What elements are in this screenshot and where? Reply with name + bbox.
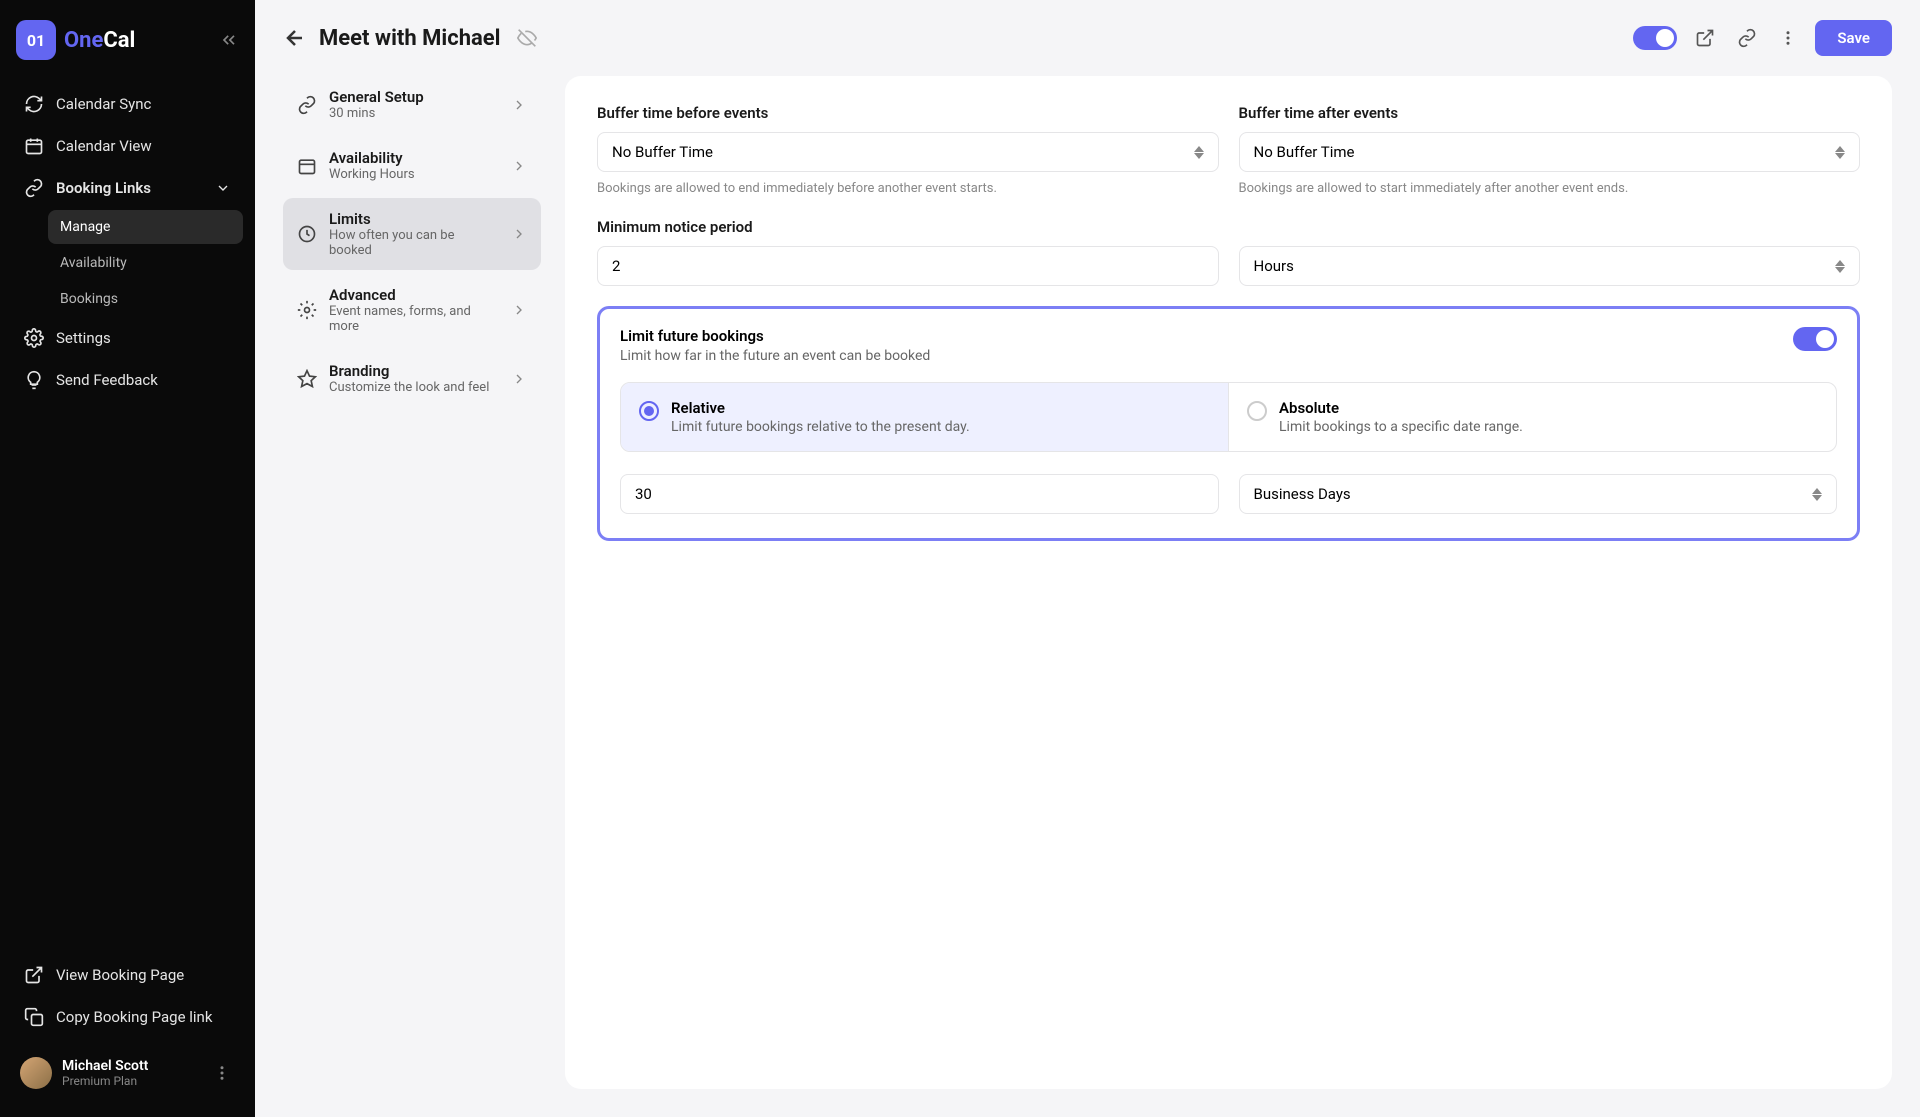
gear-icon [297,300,317,320]
radio-icon [639,401,659,421]
chevron-down-icon [215,180,231,196]
nav-calendar-view[interactable]: Calendar View [12,126,243,166]
more-menu-icon[interactable] [1775,25,1801,51]
content: General Setup30 mins AvailabilityWorking… [255,76,1920,1117]
header-actions: Save [1633,20,1892,56]
sidebar: 01 OneCal Calendar Sync Calendar View Bo… [0,0,255,1117]
limits-panel: Buffer time before events No Buffer Time… [565,76,1892,1089]
chevron-right-icon [511,226,527,242]
copy-link-icon[interactable] [1733,24,1761,52]
nav-sub-manage[interactable]: Manage [48,210,243,244]
nav-settings[interactable]: Settings [12,318,243,358]
external-link-icon [24,965,44,985]
limit-future-unit-select[interactable]: Business Days [1239,474,1838,514]
snav-limits[interactable]: LimitsHow often you can be booked [283,198,541,270]
nav-label: Booking Links [56,179,151,197]
nav-sub-bookings[interactable]: Bookings [48,282,243,316]
logo[interactable]: 01 OneCal [16,20,135,60]
nav-calendar-sync[interactable]: Calendar Sync [12,84,243,124]
limit-future-value-input[interactable]: 30 [620,474,1219,514]
gear-icon [24,328,44,348]
nav-label: Send Feedback [56,371,158,389]
limit-future-sub: Limit how far in the future an event can… [620,348,930,364]
nav-label: View Booking Page [56,966,184,984]
sync-icon [24,94,44,114]
clock-icon [297,224,317,244]
main: Meet with Michael Save General Setup30 m… [255,0,1920,1117]
copy-icon [24,1007,44,1027]
page-title: Meet with Michael [319,26,501,51]
chevron-right-icon [511,371,527,387]
buffer-after-select[interactable]: No Buffer Time [1239,132,1861,172]
calendar-icon [24,136,44,156]
back-button[interactable] [283,26,307,50]
logo-row: 01 OneCal [12,20,243,60]
stepper-icon [1812,488,1822,501]
nav-send-feedback[interactable]: Send Feedback [12,360,243,400]
snav-branding[interactable]: BrandingCustomize the look and feel [283,350,541,407]
calendar-icon [297,156,317,176]
nav-sub-availability[interactable]: Availability [48,246,243,280]
logo-icon: 01 [16,20,56,60]
nav-label: Calendar View [56,137,152,155]
radio-absolute[interactable]: Absolute Limit bookings to a specific da… [1228,383,1836,451]
nav-label: Calendar Sync [56,95,151,113]
buffer-before-helper: Bookings are allowed to end immediately … [597,180,1219,198]
header: Meet with Michael Save [255,0,1920,76]
stepper-icon [1835,260,1845,273]
star-icon [297,369,317,389]
logo-text: OneCal [64,28,135,53]
user-name: Michael Scott [62,1058,199,1074]
nav-booking-sub: Manage Availability Bookings [12,210,243,316]
min-notice-input[interactable]: 2 [597,246,1219,286]
link-icon [297,95,317,115]
snav-advanced[interactable]: AdvancedEvent names, forms, and more [283,274,541,346]
nav-label: Copy Booking Page link [56,1008,212,1026]
nav-booking-links[interactable]: Booking Links [12,168,243,208]
user-menu-icon[interactable] [209,1060,235,1086]
user-row: Michael Scott Premium Plan [12,1049,243,1097]
user-plan: Premium Plan [62,1074,199,1088]
user-info: Michael Scott Premium Plan [62,1058,199,1088]
visibility-icon[interactable] [513,24,541,52]
lightbulb-icon [24,370,44,390]
buffer-before-label: Buffer time before events [597,104,1219,122]
settings-nav: General Setup30 mins AvailabilityWorking… [283,76,541,1089]
nav-copy-booking-link[interactable]: Copy Booking Page link [12,997,243,1037]
avatar[interactable] [20,1057,52,1089]
stepper-icon [1194,146,1204,159]
nav-label: Settings [56,329,111,347]
collapse-sidebar-icon[interactable] [219,30,239,50]
arrow-left-icon [283,26,307,50]
chevron-right-icon [511,97,527,113]
snav-availability[interactable]: AvailabilityWorking Hours [283,137,541,194]
link-icon [24,178,44,198]
radio-relative[interactable]: Relative Limit future bookings relative … [621,383,1228,451]
save-button[interactable]: Save [1815,20,1892,56]
radio-icon [1247,401,1267,421]
snav-general[interactable]: General Setup30 mins [283,76,541,133]
open-external-icon[interactable] [1691,24,1719,52]
limit-future-title: Limit future bookings [620,327,930,345]
stepper-icon [1835,146,1845,159]
buffer-before-select[interactable]: No Buffer Time [597,132,1219,172]
sidebar-bottom: View Booking Page Copy Booking Page link… [12,955,243,1097]
min-notice-label: Minimum notice period [597,218,1860,236]
chevron-right-icon [511,302,527,318]
limit-future-section: Limit future bookings Limit how far in t… [597,306,1860,541]
nav: Calendar Sync Calendar View Booking Link… [12,84,243,955]
nav-view-booking-page[interactable]: View Booking Page [12,955,243,995]
buffer-after-label: Buffer time after events [1239,104,1861,122]
limit-future-toggle[interactable] [1793,327,1837,351]
limit-mode-radio: Relative Limit future bookings relative … [620,382,1837,452]
buffer-after-helper: Bookings are allowed to start immediatel… [1239,180,1861,198]
active-toggle[interactable] [1633,26,1677,50]
min-notice-unit-select[interactable]: Hours [1239,246,1861,286]
chevron-right-icon [511,158,527,174]
